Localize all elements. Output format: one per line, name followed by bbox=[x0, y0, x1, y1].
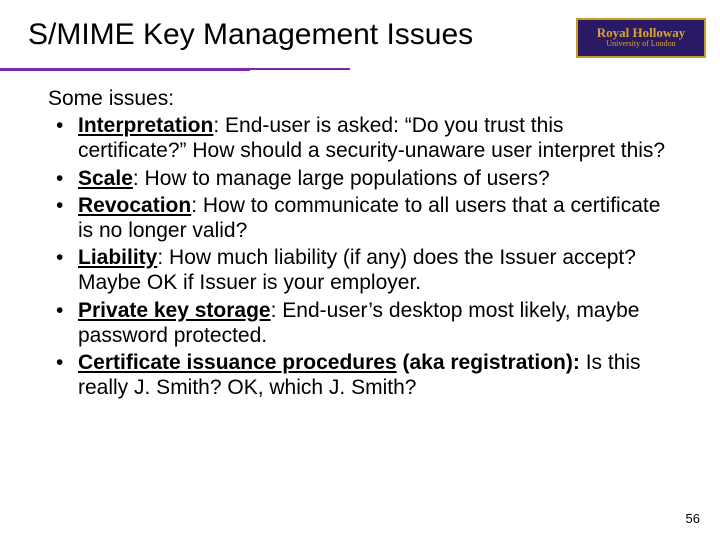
slide-body: Some issues: Interpretation: End-user is… bbox=[0, 58, 720, 400]
slide: S/MIME Key Management Issues Royal Hollo… bbox=[0, 0, 720, 540]
header-rule-secondary bbox=[0, 70, 250, 71]
bullet-term: Revocation bbox=[78, 194, 191, 217]
bullet-text: : How to manage large populations of use… bbox=[133, 167, 550, 190]
slide-header: S/MIME Key Management Issues Royal Hollo… bbox=[0, 0, 720, 58]
list-item: Private key storage: End-user’s desktop … bbox=[74, 298, 672, 348]
bullet-term: Certificate issuance procedures bbox=[78, 351, 397, 374]
bullet-term: Interpretation bbox=[78, 114, 213, 137]
bullet-term-plain: (aka registration): bbox=[397, 351, 586, 374]
logo-text-line1: Royal Holloway bbox=[597, 26, 685, 39]
page-number: 56 bbox=[686, 511, 700, 526]
list-item: Scale: How to manage large populations o… bbox=[74, 166, 672, 191]
bullet-text: : How much liability (if any) does the I… bbox=[78, 246, 636, 294]
list-item: Interpretation: End-user is asked: “Do y… bbox=[74, 113, 672, 163]
bullet-list: Interpretation: End-user is asked: “Do y… bbox=[48, 113, 672, 400]
bullet-term: Private key storage bbox=[78, 299, 271, 322]
bullet-term: Liability bbox=[78, 246, 157, 269]
list-item: Liability: How much liability (if any) d… bbox=[74, 245, 672, 295]
intro-text: Some issues: bbox=[48, 86, 672, 111]
list-item: Certificate issuance procedures (aka reg… bbox=[74, 350, 672, 400]
list-item: Revocation: How to communicate to all us… bbox=[74, 193, 672, 243]
bullet-term: Scale bbox=[78, 167, 133, 190]
institution-logo: Royal Holloway University of London bbox=[576, 18, 706, 58]
logo-text-line2: University of London bbox=[606, 39, 675, 49]
